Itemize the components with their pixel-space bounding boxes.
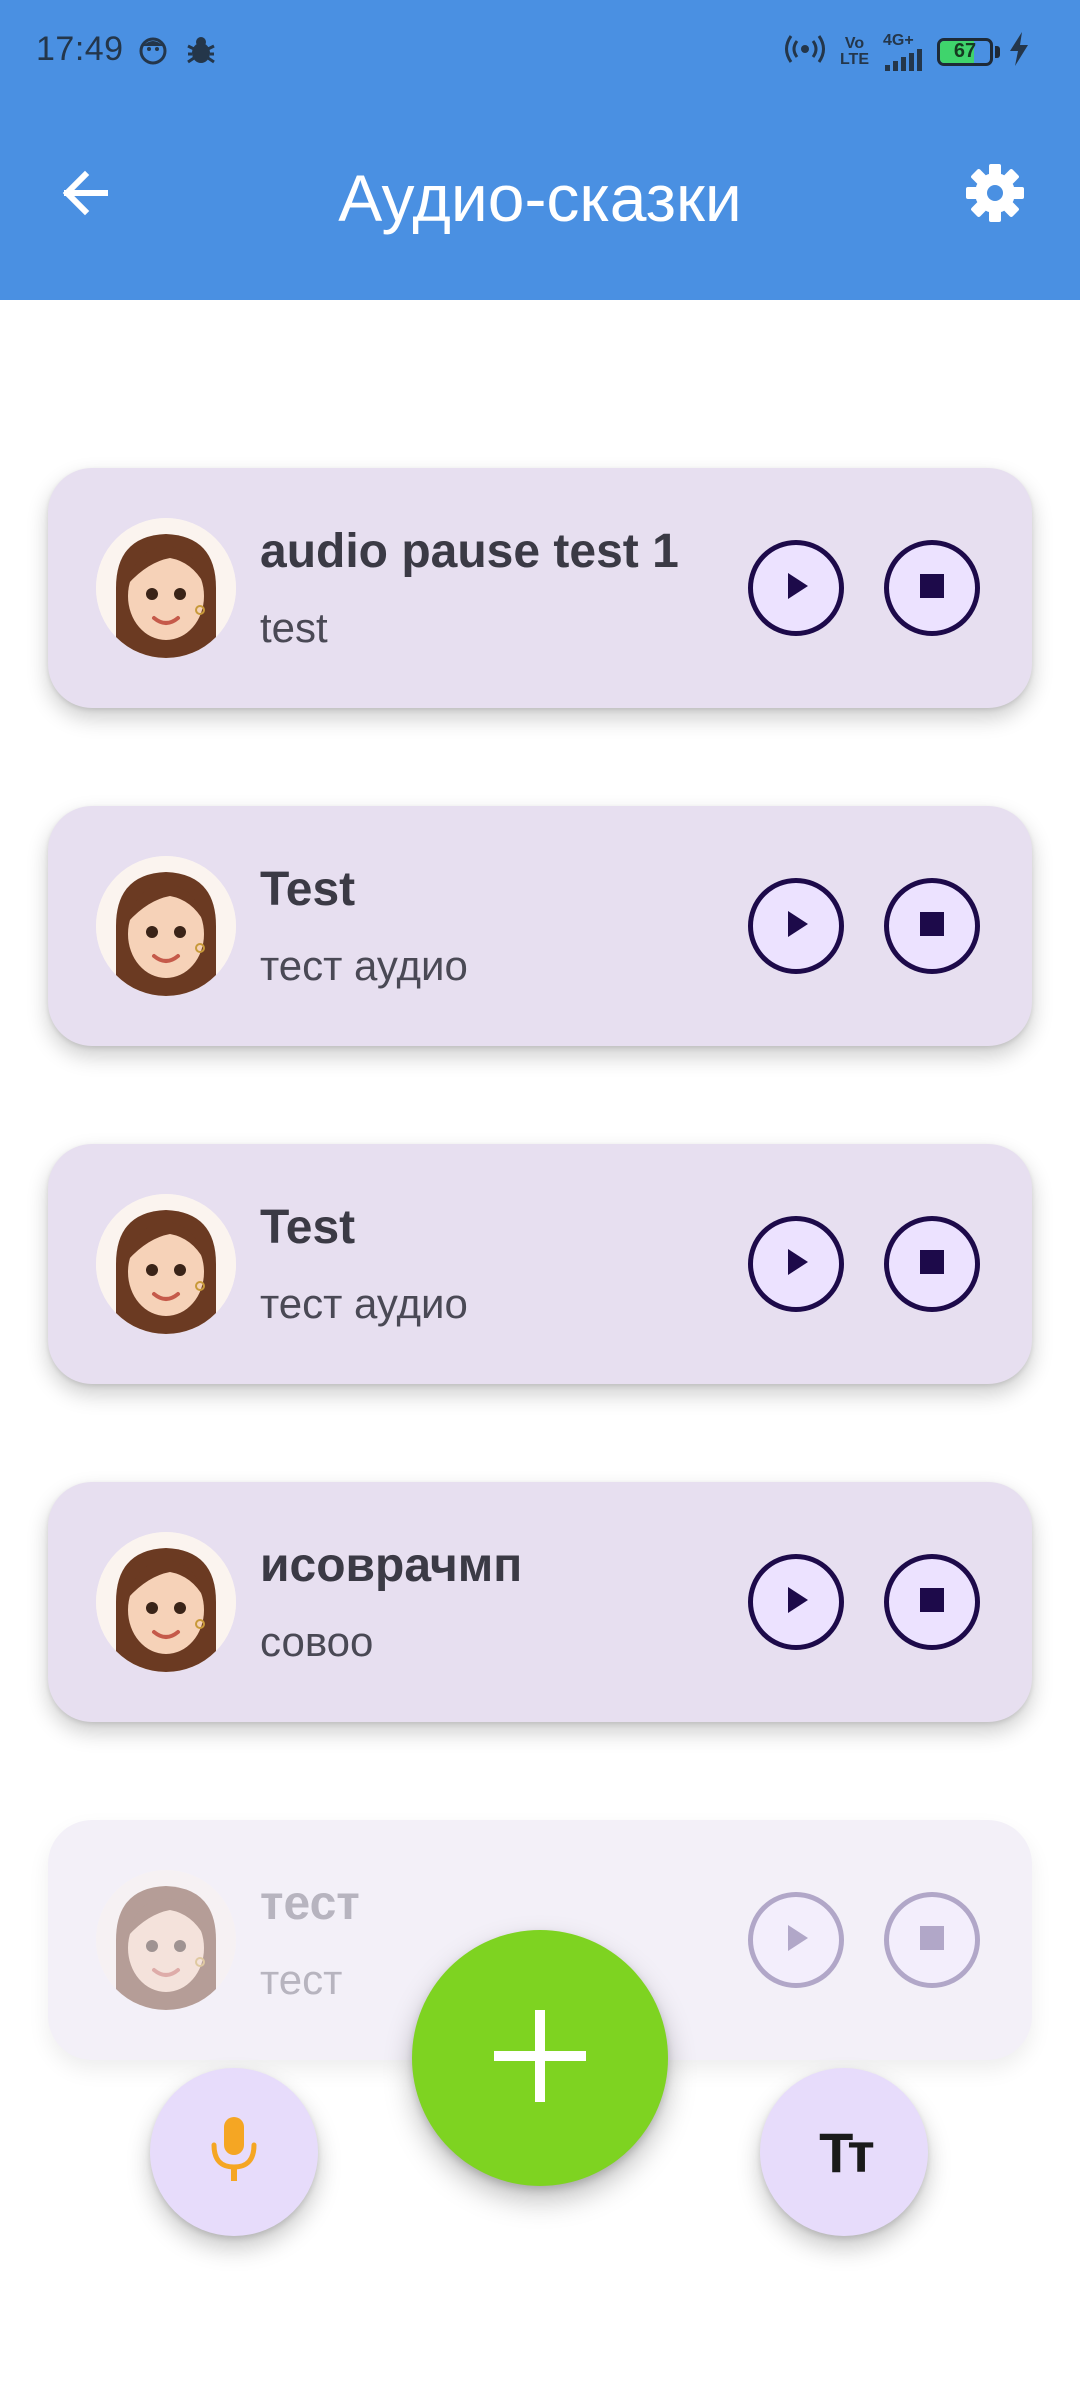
microphone-icon [206,2115,262,2190]
top-bar: 17:49 Vo LTE 4G+ 67 Аудио-сказки [0,0,1080,300]
play-button[interactable] [748,540,844,636]
battery-icon: 67 [937,37,993,66]
story-card[interactable]: audio pause test 1 test [48,468,1032,708]
story-subtitle: тест аудио [260,1280,468,1327]
record-button[interactable] [150,2068,318,2236]
status-bar: 17:49 Vo LTE 4G+ 67 [0,0,1080,110]
status-time: 17:49 [36,30,124,68]
page-title: Аудио-сказки [338,161,742,235]
stop-icon [917,1585,947,1620]
signal-icon: 4G+ [883,31,923,71]
story-card[interactable]: исоврачмп совоо [48,1482,1032,1722]
settings-button[interactable] [950,150,1040,240]
add-story-button[interactable] [412,1930,668,2186]
face-icon [138,36,168,71]
stop-icon [917,571,947,606]
stop-button[interactable] [884,540,980,636]
volte-line2: LTE [839,50,869,68]
text-size-button[interactable]: Tт [760,2068,928,2236]
charging-icon [1008,32,1030,71]
network-type: 4G+ [883,31,914,49]
avatar [96,1870,236,2010]
stop-icon [917,909,947,944]
story-subtitle: совоо [260,1618,374,1665]
battery-level: 67 [953,40,977,63]
story-title: audio pause test 1 [260,525,679,578]
play-button[interactable] [748,878,844,974]
play-icon [779,1921,813,1960]
story-card[interactable]: Test тест аудио [48,806,1032,1046]
avatar [96,518,236,658]
avatar [96,1532,236,1672]
bug-icon [184,36,218,71]
story-subtitle: тест аудио [260,942,468,989]
stop-icon [917,1247,947,1282]
stop-button[interactable] [884,1892,980,1988]
text-size-icon: Tт [819,2120,875,2184]
play-button[interactable] [748,1216,844,1312]
story-title: Test [260,1201,356,1254]
gear-icon [964,162,1026,229]
stop-button[interactable] [884,1554,980,1650]
play-button[interactable] [748,1554,844,1650]
battery-cap [995,45,1000,58]
volte-line1: Vo [844,34,865,52]
hotspot-icon [784,33,826,70]
story-subtitle: тест [260,1956,343,2003]
play-icon [779,1583,813,1622]
story-subtitle: test [260,604,328,651]
stop-icon [917,1923,947,1958]
story-title: исоврачмп [260,1539,523,1592]
play-button[interactable] [748,1892,844,1988]
stop-button[interactable] [884,878,980,974]
play-icon [779,907,813,946]
status-left-icons [138,36,218,71]
volte-icon: Vo LTE [839,34,869,68]
play-icon [779,1245,813,1284]
story-title: Test [260,863,356,916]
avatar [96,856,236,996]
stop-button[interactable] [884,1216,980,1312]
plus-icon [494,2009,586,2107]
play-icon [779,569,813,608]
story-card[interactable]: Test тест аудио [48,1144,1032,1384]
avatar [96,1194,236,1334]
screen: 17:49 Vo LTE 4G+ 67 Аудио-сказки audio p… [0,0,1080,2400]
story-title: тест [260,1877,360,1930]
app-bar: Аудио-сказки [0,110,1080,300]
status-right: Vo LTE 4G+ 67 [784,32,1030,71]
